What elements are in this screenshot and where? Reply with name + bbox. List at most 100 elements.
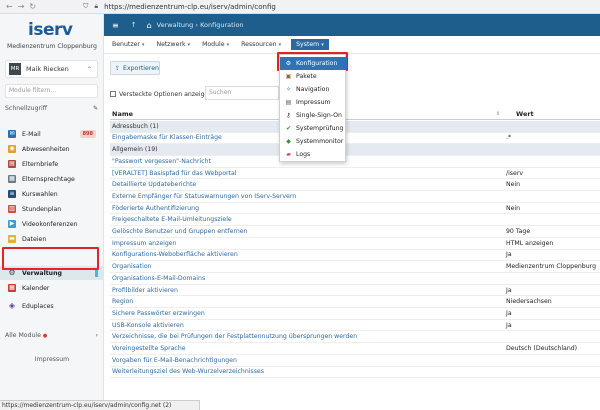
sidebar-item-absences[interactable]: ◉ Abwesenheiten (0, 142, 104, 156)
export-button[interactable]: ⇪ Exportieren (110, 61, 160, 75)
setting-name-link[interactable]: Voreingestellte Sprache (110, 345, 506, 352)
setting-name-link[interactable]: Föderierte Authentifizierung (110, 205, 506, 212)
table-row[interactable]: Verzeichnisse, die bei Prüfungen der Fes… (110, 332, 600, 344)
sidebar-item-parent-letters[interactable]: ▤ Elternbriefe (0, 157, 104, 171)
sidebar: iserv Medienzentrum Cloppenburg MR Maik … (0, 14, 104, 400)
document-icon: ▤ (285, 99, 292, 106)
sidebar-item-calendar[interactable]: ▦ Kalender (0, 281, 104, 295)
table-row[interactable]: Organisation Medienzentrum Cloppenburg (110, 261, 600, 273)
setting-value: Ja (506, 286, 512, 294)
sidebar-item-parent-days[interactable]: ▦ Elternsprechtage (0, 172, 104, 186)
sidebar-item-email[interactable]: ✉ E-Mail 898 (0, 127, 104, 141)
sort-icon[interactable]: ⇕ (496, 111, 506, 117)
arrow-up-icon[interactable]: ↑ (131, 21, 137, 29)
setting-name-link[interactable]: Gelöschte Benutzer und Gruppen entfernen (110, 228, 506, 235)
setting-name-link[interactable]: Profilbilder aktivieren (110, 287, 506, 294)
table-row[interactable]: Konfigurations-Weboberfläche aktivieren J… (110, 250, 600, 262)
setting-value: 90 Tage (506, 228, 531, 236)
eduplaces-icon: ◈ (8, 301, 16, 310)
address-bar[interactable]: https://medienzentrum-clp.eu/iserv/admin… (104, 3, 276, 11)
table-header: Name ⇕ Wert (110, 108, 600, 120)
hidden-options-checkbox[interactable] (110, 91, 116, 97)
unread-badge: 898 (79, 130, 96, 138)
tab-modules[interactable]: Module ▾ (202, 41, 229, 48)
table-row[interactable]: "Passwort vergessen"-Nachricht (110, 156, 600, 168)
setting-name-link[interactable]: Organisations-E-Mail-Domains (110, 275, 506, 282)
table-row[interactable]: Sichere Passwörter erzwingen Ja (110, 308, 600, 320)
setting-name-link[interactable]: Sichere Passwörter erzwingen (110, 310, 506, 317)
sidebar-item-eduplaces[interactable]: ◈ Eduplaces (0, 299, 104, 313)
all-modules-toggle[interactable]: Alle Module ● › (5, 332, 98, 339)
table-row[interactable]: Weiterleitungsziel des Web-Wurzelverzeic… (110, 367, 600, 379)
setting-name-link[interactable]: Freigeschaltete E-Mail-Umleitungsziele (110, 216, 506, 223)
sidebar-item-files[interactable]: ▬ Dateien (0, 232, 104, 246)
user-menu[interactable]: MR Maik Riecken ⌃ (5, 60, 98, 78)
setting-name-link[interactable]: Impressum anzeigen (110, 240, 506, 247)
module-filter-input[interactable]: Module filtern... (5, 84, 98, 98)
chevron-down-icon: ▾ (226, 42, 230, 48)
shield-icon[interactable]: ⛉ (83, 2, 88, 11)
setting-name-link[interactable]: USB-Konsole aktivieren (110, 322, 506, 329)
package-icon: ▣ (285, 73, 292, 80)
table-row[interactable]: USB-Konsole aktivieren Ja (110, 320, 600, 332)
sidebar-impressum-link[interactable]: Impressum (0, 356, 104, 363)
menu-item-system-monitor[interactable]: ◆ Systemmonitor (280, 135, 347, 148)
setting-value: Nein (506, 181, 521, 189)
edit-icon[interactable]: ✎ (93, 105, 98, 112)
setting-name-link[interactable]: Weiterleitungsziel des Web-Wurzelverzeic… (110, 368, 506, 375)
quick-access-header: Schnellzugriff ✎ (5, 105, 98, 112)
browser-nav-icons[interactable]: ←→↻ (6, 2, 41, 11)
breadcrumb-administration[interactable]: Verwaltung (157, 21, 194, 29)
table-group-row[interactable]: Allgemein (19) (110, 144, 600, 156)
table-row[interactable]: Vorgaben für E-Mail-Benachrichtigungen (110, 355, 600, 367)
setting-name-link[interactable]: [VERALTET] Basispfad für das Webportal (110, 170, 506, 177)
setting-name-link[interactable]: Konfigurations-Weboberfläche aktivieren (110, 251, 506, 258)
table-row[interactable]: Impressum anzeigen HTML anzeigen (110, 238, 600, 250)
home-icon[interactable]: ⌂ (147, 21, 152, 30)
hamburger-icon[interactable]: ≡ (112, 21, 119, 30)
breadcrumb-separator: › (195, 21, 198, 29)
system-dropdown-menu: ⚙ Konfiguration ▣ Pakete ✧ Navigation ▤ … (279, 54, 347, 162)
setting-name-link[interactable]: Externe Empfänger für Statuswarnungen vo… (110, 193, 506, 200)
table-row[interactable]: Region Niedersachsen (110, 297, 600, 309)
table-row[interactable]: [VERALTET] Basispfad für das Webportal/i… (110, 168, 600, 180)
sidebar-item-timetable[interactable]: ▥ Stundenplan (0, 202, 104, 216)
menu-item-system-check[interactable]: ✔ Systemprüfung (280, 122, 347, 135)
column-value-header[interactable]: Wert (506, 110, 534, 118)
table-row[interactable]: Organisations-E-Mail-Domains (110, 273, 600, 285)
table-row[interactable]: Externe Empfänger für Statuswarnungen vo… (110, 191, 600, 203)
table-row[interactable]: Profilbilder aktivieren Ja (110, 285, 600, 297)
table-row[interactable]: Freigeschaltete E-Mail-Umleitungsziele (110, 215, 600, 227)
setting-name-link[interactable]: Organisation (110, 263, 506, 270)
table-group-row[interactable]: Adressbuch (1) (110, 121, 600, 133)
menu-item-configuration[interactable]: ⚙ Konfiguration (280, 57, 347, 70)
tab-system[interactable]: System ▾ (291, 39, 329, 50)
sidebar-item-administration[interactable]: ⚙ Verwaltung (0, 266, 104, 280)
iserv-logo[interactable]: iserv (28, 20, 73, 40)
admin-subnav: Benutzer ▾ Netzwerk ▾ Module ▾ Ressourcen ▾ … (104, 36, 600, 54)
setting-name-link[interactable]: Region (110, 298, 506, 305)
table-row[interactable]: Gelöschte Benutzer und Gruppen entfernen… (110, 226, 600, 238)
config-search-input[interactable]: Suchen (205, 86, 279, 100)
menu-item-impressum[interactable]: ▤ Impressum (280, 96, 347, 109)
setting-name-link[interactable]: Detaillierte Updateberichte (110, 181, 506, 188)
lock-icon[interactable]: 🔒︎ (94, 2, 98, 11)
sidebar-item-course-selection[interactable]: ≡ Kurswahlen (0, 187, 104, 201)
setting-name-link[interactable]: Verzeichnisse, die bei Prüfungen der Fes… (110, 333, 506, 340)
menu-item-packages[interactable]: ▣ Pakete (280, 70, 347, 83)
show-hidden-options[interactable]: Versteckte Optionen anzeigen (110, 88, 212, 100)
setting-name-link[interactable]: Vorgaben für E-Mail-Benachrichtigungen (110, 357, 506, 364)
tab-network[interactable]: Netzwerk ▾ (156, 41, 190, 48)
table-row[interactable]: Detaillierte Updateberichte Nein (110, 180, 600, 192)
all-modules-label: Alle Module (5, 332, 41, 339)
hidden-options-label: Versteckte Optionen anzeigen (119, 90, 213, 98)
tab-users[interactable]: Benutzer ▾ (112, 41, 144, 48)
table-row[interactable]: Voreingestellte Sprache Deutsch (Deutschl… (110, 343, 600, 355)
menu-item-single-sign-on[interactable]: ⚷ Single-Sign-On (280, 109, 347, 122)
tab-resources[interactable]: Ressourcen ▾ (241, 41, 281, 48)
menu-item-navigation[interactable]: ✧ Navigation (280, 83, 347, 96)
table-row[interactable]: Eingabemaske für Klassen-Einträge .* (110, 133, 600, 145)
menu-item-logs[interactable]: ▰ Logs (280, 148, 347, 161)
table-row[interactable]: Föderierte Authentifizierung Nein (110, 203, 600, 215)
sidebar-item-video-conferences[interactable]: ▶ Videokonferenzen (0, 217, 104, 231)
